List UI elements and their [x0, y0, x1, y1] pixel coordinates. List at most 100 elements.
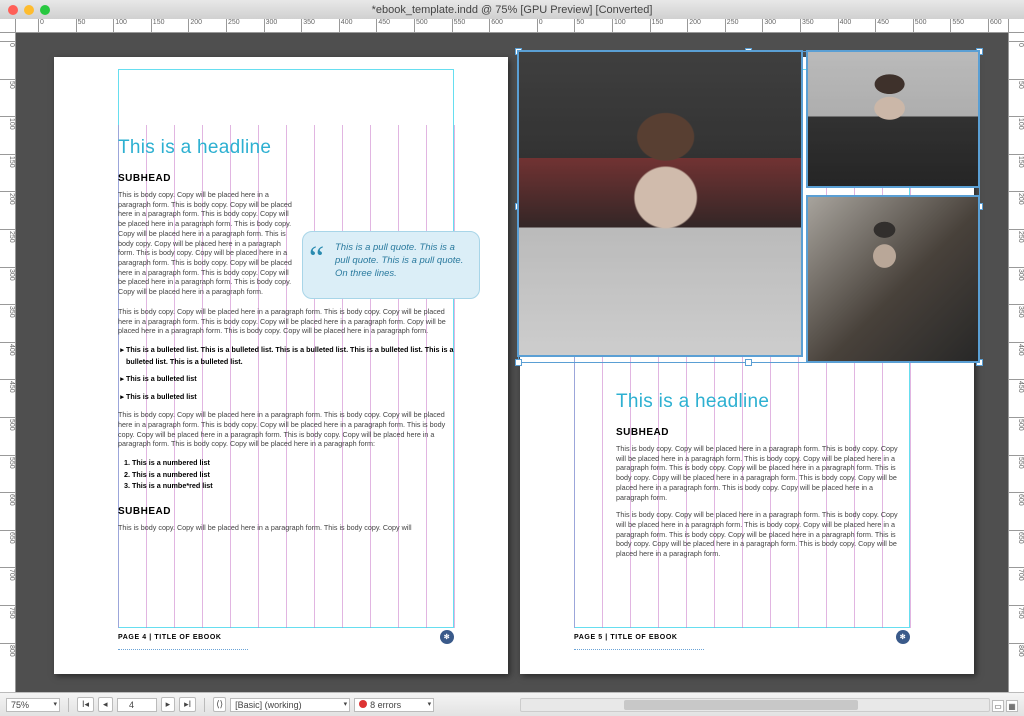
ruler-tick: 200: [687, 19, 701, 32]
list-item: This is a numbe*red list: [132, 480, 454, 492]
ruler-tick: 550: [1009, 455, 1024, 469]
body-text: This is body copy. Copy will be placed h…: [118, 190, 293, 297]
ruler-tick: 100: [113, 19, 127, 32]
image-frame-large[interactable]: [518, 51, 802, 356]
vertical-ruler-left[interactable]: 0501001502002503003504004505005506006507…: [0, 33, 16, 692]
chevron-down-icon: ▾: [344, 700, 348, 708]
ruler-tick: 800: [1009, 643, 1024, 657]
ruler-tick: 600: [0, 492, 15, 506]
body-text: This is body copy. Copy will be placed h…: [616, 444, 900, 502]
ruler-tick: 750: [1009, 605, 1024, 619]
ruler-tick: 550: [0, 455, 15, 469]
ruler-tick: 700: [1009, 567, 1024, 581]
chevron-down-icon: ▾: [53, 700, 57, 708]
horizontal-ruler[interactable]: 0501001502002503003504004505005506000501…: [16, 19, 1008, 33]
ruler-tick: 800: [0, 643, 15, 657]
prev-page-button[interactable]: ◂: [98, 697, 113, 712]
text-frame-main[interactable]: This is a headline SUBHEAD This is body …: [616, 391, 900, 559]
first-page-button[interactable]: I◂: [77, 697, 94, 712]
zoom-level-field[interactable]: 75%▾: [6, 698, 60, 712]
footer-logo-icon: ✻: [440, 630, 454, 644]
ruler-tick: 400: [838, 19, 852, 32]
spread: This is a headline SUBHEAD This is body …: [54, 57, 974, 674]
ruler-tick: 400: [1009, 342, 1024, 356]
footer-text: PAGE 5 | TITLE OF EBOOK: [574, 634, 678, 641]
ruler-tick: 400: [339, 19, 353, 32]
horizontal-scrollbar[interactable]: [520, 698, 990, 712]
close-window-button[interactable]: [8, 5, 18, 15]
pull-quote-frame[interactable]: “ This is a pull quote. This is a pull q…: [302, 231, 480, 299]
list-item: This is a numbered list: [132, 469, 454, 481]
body-text: This is body copy. Copy will be placed h…: [118, 523, 454, 533]
preflight-errors-menu[interactable]: 8 errors▾: [354, 698, 434, 712]
document-canvas[interactable]: This is a headline SUBHEAD This is body …: [16, 33, 1008, 692]
page-footer: PAGE 5 | TITLE OF EBOOK ✻: [574, 630, 910, 644]
ruler-tick: 50: [76, 19, 86, 32]
last-page-button[interactable]: ▸I: [179, 697, 196, 712]
ruler-tick: 100: [0, 116, 15, 130]
body-text: This is body copy. Copy will be placed h…: [616, 510, 900, 559]
page-footer: PAGE 4 | TITLE OF EBOOK ✻: [118, 630, 454, 644]
ruler-tick: 50: [0, 79, 15, 89]
split-view-button[interactable]: ▭: [992, 700, 1004, 712]
error-indicator-icon: [359, 700, 367, 708]
placed-image: [808, 52, 978, 186]
body-text: This is body copy. Copy will be placed h…: [118, 307, 454, 336]
open-panel-button[interactable]: ⟨⟩: [213, 697, 226, 712]
page-number-field[interactable]: 4: [117, 698, 157, 712]
status-bar: 75%▾ I◂ ◂ 4 ▸ ▸I ⟨⟩ [Basic] (working)▾ 8…: [0, 692, 1024, 716]
ruler-tick: 300: [264, 19, 278, 32]
ruler-tick: 0: [537, 19, 543, 32]
ruler-tick: 350: [301, 19, 315, 32]
divider: [68, 698, 69, 712]
ruler-tick: 300: [0, 267, 15, 281]
list-item: This is a bulleted list. This is a bulle…: [126, 344, 454, 367]
ruler-origin[interactable]: [0, 19, 16, 33]
footer-text: PAGE 4 | TITLE OF EBOOK: [118, 634, 222, 641]
footer-rule: [574, 649, 704, 650]
image-frame-top-right[interactable]: [807, 51, 979, 187]
chevron-down-icon: ▾: [428, 700, 432, 708]
body-text: This is body copy. Copy will be placed h…: [118, 410, 454, 449]
page-4[interactable]: This is a headline SUBHEAD This is body …: [54, 57, 508, 674]
screen-mode-button[interactable]: ▦: [1006, 700, 1018, 712]
scrollbar-thumb[interactable]: [624, 700, 858, 710]
divider: [204, 698, 205, 712]
document-title: *ebook_template.indd @ 75% [GPU Preview]…: [372, 4, 653, 16]
zoom-window-button[interactable]: [40, 5, 50, 15]
ruler-tick: 50: [1009, 79, 1024, 89]
ruler-tick: 250: [1009, 229, 1024, 243]
list-item: This is a numbered list: [132, 457, 454, 469]
ruler-tick: 250: [0, 229, 15, 243]
pull-quote-text: This is a pull quote. This is a pull quo…: [335, 242, 463, 279]
ruler-tick: 500: [414, 19, 428, 32]
minimize-window-button[interactable]: [24, 5, 34, 15]
image-frame-bottom-right[interactable]: [807, 196, 979, 362]
ruler-tick: 100: [612, 19, 626, 32]
numbered-list: This is a numbered list This is a number…: [118, 457, 454, 492]
next-page-button[interactable]: ▸: [161, 697, 176, 712]
open-quote-icon: “: [309, 236, 324, 282]
resize-handle[interactable]: [515, 359, 522, 366]
subhead: SUBHEAD: [118, 173, 454, 184]
ruler-tick: 350: [800, 19, 814, 32]
preflight-profile-menu[interactable]: [Basic] (working)▾: [230, 698, 350, 712]
ruler-tick: 150: [0, 154, 15, 168]
page-5[interactable]: This is a headline SUBHEAD This is body …: [520, 57, 974, 674]
placed-image: [808, 197, 978, 361]
bulleted-list: This is a bulleted list. This is a bulle…: [118, 344, 454, 402]
text-frame-main[interactable]: This is a headline SUBHEAD This is body …: [118, 137, 454, 532]
ruler-tick: 500: [913, 19, 927, 32]
ruler-tick: 300: [1009, 267, 1024, 281]
headline: This is a headline: [118, 137, 454, 159]
list-item: This is a bulleted list: [126, 373, 454, 385]
ruler-tick: 600: [489, 19, 503, 32]
footer-logo-icon: ✻: [896, 630, 910, 644]
ruler-tick: 650: [0, 530, 15, 544]
ruler-tick: 500: [0, 417, 15, 431]
ruler-tick: 250: [226, 19, 240, 32]
ruler-tick: 400: [0, 342, 15, 356]
ruler-tick: 200: [188, 19, 202, 32]
vertical-ruler-right[interactable]: 0501001502002503003504004505005506006507…: [1008, 33, 1024, 692]
ruler-tick: 350: [0, 304, 15, 318]
